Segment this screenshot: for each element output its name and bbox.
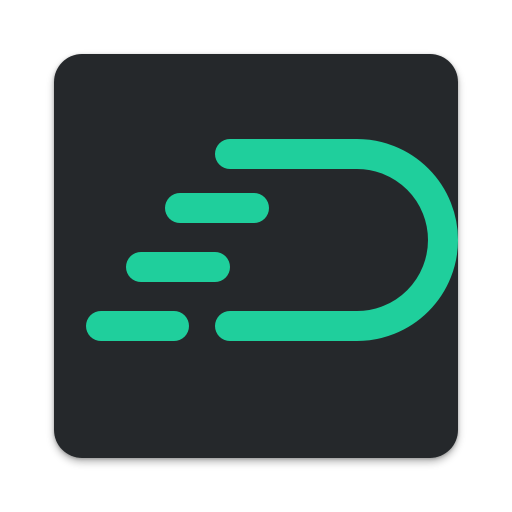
- app-icon-tile[interactable]: [54, 54, 458, 458]
- speed-d-logo-icon: [54, 54, 458, 458]
- icon-canvas: [0, 0, 512, 512]
- icon-background: [54, 54, 458, 458]
